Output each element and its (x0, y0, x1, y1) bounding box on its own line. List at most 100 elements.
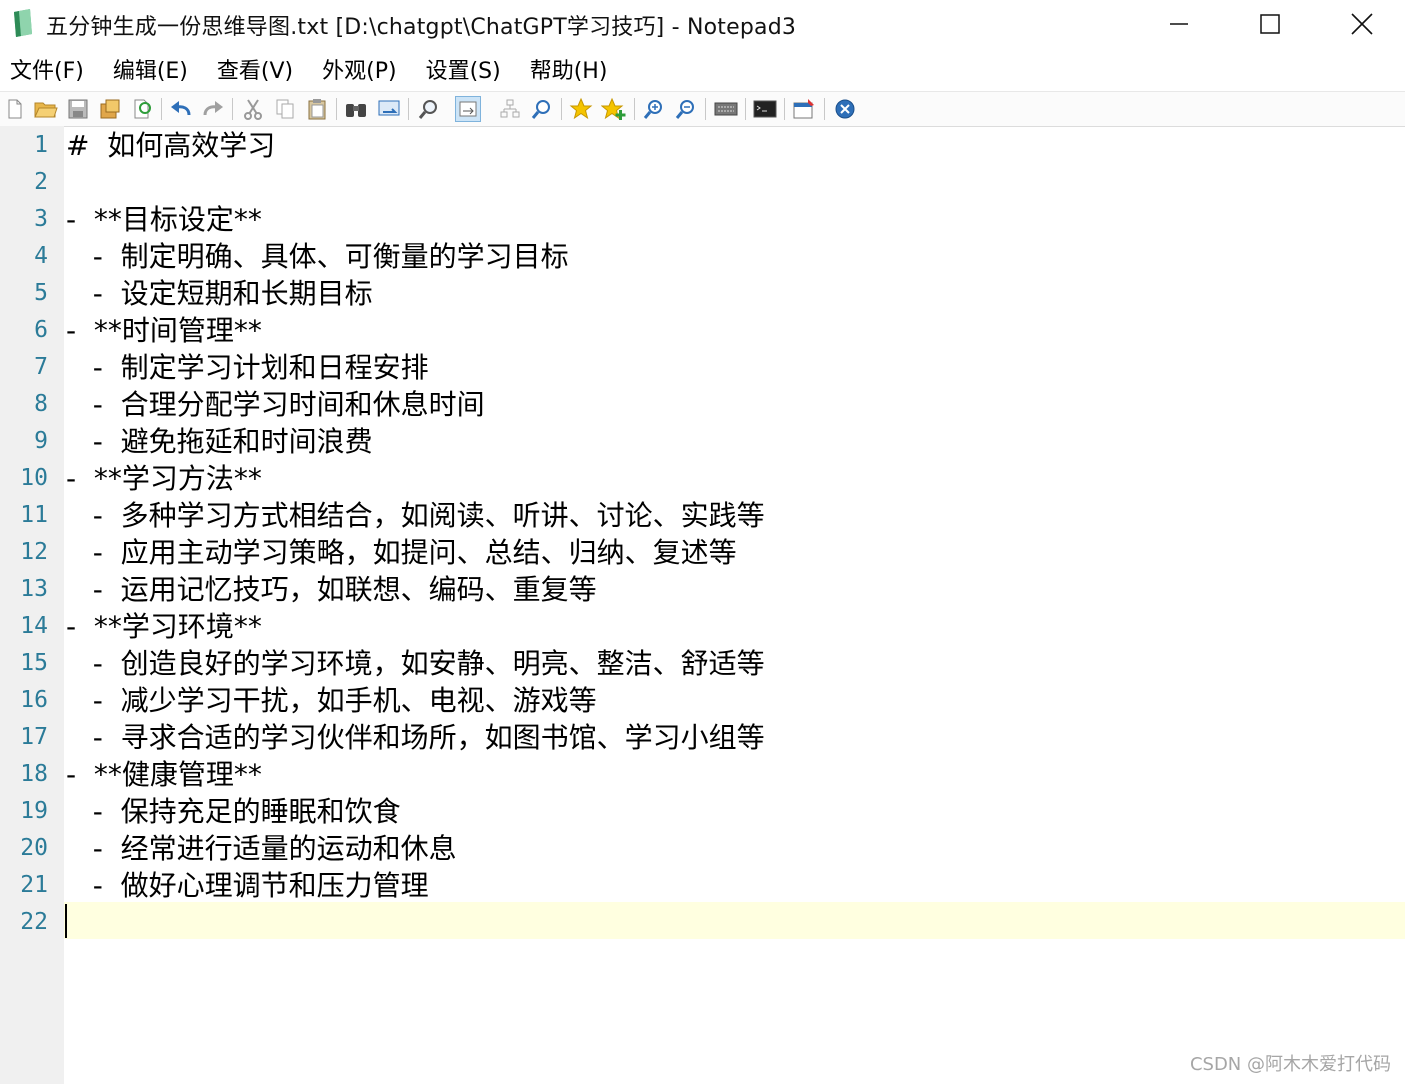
paste-button[interactable] (304, 96, 330, 122)
line-number-gutter: 1 2 3 4 5 6 7 8 9 10 11 12 13 14 15 16 17 18 19 20 21 22 (0, 126, 64, 1084)
line-number: 19 (20, 798, 48, 824)
text-line[interactable]: - 经常进行适量的运动和休息 (64, 830, 1405, 867)
keyboard-button[interactable] (713, 96, 739, 122)
pin-window-icon (793, 99, 814, 119)
text-line[interactable]: - **时间管理** (64, 312, 1405, 349)
title-bar: 五分钟生成一份思维导图.txt [D:\chatgpt\ChatGPT学习技巧]… (0, 0, 1405, 48)
text-line[interactable] (64, 904, 1405, 941)
text-line[interactable]: - **学习环境** (64, 608, 1405, 645)
zoom-find-button[interactable] (416, 96, 442, 122)
line-number: 11 (20, 502, 48, 528)
save-as-button[interactable] (97, 96, 123, 122)
text-line[interactable]: - 应用主动学习策略，如提问、总结、归纳、复述等 (64, 534, 1405, 571)
line-number: 20 (20, 835, 48, 861)
cut-button[interactable] (240, 96, 266, 122)
menu-appearance[interactable]: 外观(P) (312, 54, 396, 90)
menu-help[interactable]: 帮助(H) (520, 54, 608, 90)
text-line[interactable]: - 避免拖延和时间浪费 (64, 423, 1405, 460)
save-icon (68, 99, 88, 119)
text-line[interactable]: - 制定明确、具体、可衡量的学习目标 (64, 238, 1405, 275)
zoom-out-icon (675, 100, 694, 119)
terminal-icon (753, 100, 777, 118)
menu-bar: 文件(F) 编辑(E) 查看(V) 外观(P) 设置(S) 帮助(H) (0, 54, 1405, 90)
line-number: 16 (20, 687, 48, 713)
text-line[interactable]: - 运用记忆技巧，如联想、编码、重复等 (64, 571, 1405, 608)
line-number: 6 (34, 317, 48, 343)
close-button[interactable] (1316, 0, 1405, 48)
line-number: 4 (34, 243, 48, 269)
open-button[interactable] (33, 96, 59, 122)
refresh-icon (134, 99, 151, 119)
text-line[interactable]: - 多种学习方式相结合，如阅读、听讲、讨论、实践等 (64, 497, 1405, 534)
reload-button[interactable] (129, 96, 155, 122)
text-line[interactable]: - 设定短期和长期目标 (64, 275, 1405, 312)
copy-button[interactable] (272, 96, 298, 122)
text-line[interactable]: - 做好心理调节和压力管理 (64, 867, 1405, 904)
paste-icon (308, 99, 326, 120)
line-number: 15 (20, 650, 48, 676)
word-wrap-icon (459, 101, 477, 117)
text-line[interactable]: - **目标设定** (64, 201, 1405, 238)
maximize-button[interactable] (1224, 0, 1316, 48)
indent-guides-button[interactable] (497, 96, 523, 122)
minimize-button[interactable] (1133, 0, 1225, 48)
text-line[interactable]: - 减少学习干扰，如手机、电视、游戏等 (64, 682, 1405, 719)
text-line[interactable]: - 寻求合适的学习伙伴和场所，如图书馆、学习小组等 (64, 719, 1405, 756)
indent-guides-icon (500, 99, 520, 118)
text-line[interactable]: - 创造良好的学习环境，如安静、明亮、整洁、舒适等 (64, 645, 1405, 682)
text-line[interactable]: - 保持充足的睡眠和饮食 (64, 793, 1405, 830)
keyboard-icon (714, 102, 738, 116)
watermark: CSDN @阿木木爱打代码 (1189, 1054, 1391, 1075)
zoom-out-button[interactable] (673, 96, 699, 122)
terminal-button[interactable] (752, 96, 778, 122)
exit-button[interactable] (832, 96, 858, 122)
line-number: 13 (20, 576, 48, 602)
line-number: 8 (34, 391, 48, 417)
text-line[interactable] (64, 164, 1405, 201)
add-bookmark-icon (601, 97, 626, 120)
editor-area[interactable]: 1 2 3 4 5 6 7 8 9 10 11 12 13 14 15 16 17 18 19 20 21 22 # 如何… (0, 126, 1405, 1084)
menu-settings[interactable]: 设置(S) (416, 54, 501, 90)
line-number: 3 (34, 206, 48, 232)
line-number: 21 (20, 872, 48, 898)
text-line[interactable]: - 合理分配学习时间和休息时间 (64, 386, 1405, 423)
menu-file[interactable]: 文件(F) (0, 54, 84, 90)
new-file-icon (8, 99, 22, 119)
notepad3-app-icon (14, 9, 32, 37)
zoom-in-icon (643, 100, 662, 119)
find-next-button[interactable] (529, 96, 555, 122)
text-caret (65, 904, 67, 938)
text-line[interactable]: - **健康管理** (64, 756, 1405, 793)
replace-icon (378, 100, 400, 116)
find-button[interactable] (343, 96, 369, 122)
text-line[interactable]: - 制定学习计划和日程安排 (64, 349, 1405, 386)
binoculars-icon (346, 104, 366, 117)
pin-window-button[interactable] (792, 96, 818, 122)
add-bookmark-button[interactable] (601, 96, 627, 122)
line-number: 12 (20, 539, 48, 565)
bookmark-button[interactable] (568, 96, 594, 122)
text-line[interactable]: - **学习方法** (64, 460, 1405, 497)
save-as-icon (100, 99, 120, 119)
menu-view[interactable]: 查看(V) (207, 54, 293, 90)
replace-button[interactable] (376, 96, 402, 122)
word-wrap-toggle[interactable] (455, 96, 481, 122)
close-icon (1351, 13, 1373, 35)
toolbar (0, 91, 1405, 127)
exit-icon (835, 99, 855, 119)
line-number: 17 (20, 724, 48, 750)
undo-button[interactable] (168, 96, 194, 122)
line-number: 22 (20, 909, 48, 935)
menu-edit[interactable]: 编辑(E) (103, 54, 188, 90)
redo-button[interactable] (200, 96, 226, 122)
line-number: 5 (34, 280, 48, 306)
save-button[interactable] (65, 96, 91, 122)
zoom-in-button[interactable] (641, 96, 667, 122)
text-line[interactable]: # 如何高效学习 (64, 127, 1405, 164)
copy-icon (276, 99, 294, 119)
minimize-icon (1170, 23, 1188, 25)
line-number: 2 (34, 169, 48, 195)
maximize-icon (1260, 14, 1280, 34)
search-icon (531, 100, 550, 119)
new-file-button[interactable] (2, 96, 28, 122)
